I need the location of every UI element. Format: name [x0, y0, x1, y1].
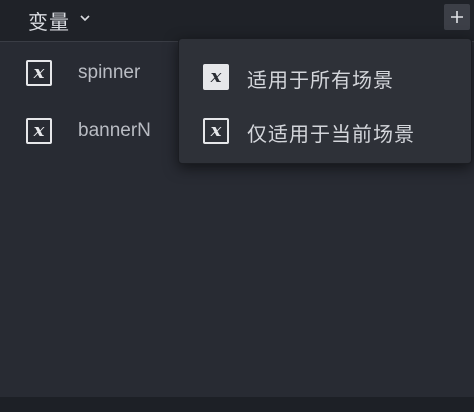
menu-item-label: 适用于所有场景 [247, 68, 394, 92]
panel-header: 变量 [0, 0, 474, 42]
menu-item-all-scenes[interactable]: x 适用于所有场景 [179, 52, 471, 102]
variable-x-icon: x [26, 118, 52, 144]
panel-title: 变量 [28, 10, 70, 34]
variable-name: spinner [78, 62, 141, 83]
variable-x-icon: x [26, 60, 52, 86]
menu-item-current-scene[interactable]: x 仅适用于当前场景 [179, 106, 471, 156]
menu-item-label: 仅适用于当前场景 [247, 122, 415, 146]
add-variable-button[interactable] [444, 4, 470, 30]
variables-panel: 变量 x spinner x bannerN x 适用于所有场景 x 仅适用于当… [0, 0, 474, 397]
variable-name: bannerN [78, 120, 151, 141]
variables-title-dropdown[interactable]: 变量 [28, 6, 90, 35]
add-variable-menu: x 适用于所有场景 x 仅适用于当前场景 [178, 38, 472, 164]
variable-x-icon: x [203, 118, 229, 144]
plus-icon [451, 11, 463, 23]
chevron-down-icon [80, 14, 90, 21]
variable-x-icon: x [203, 64, 229, 90]
